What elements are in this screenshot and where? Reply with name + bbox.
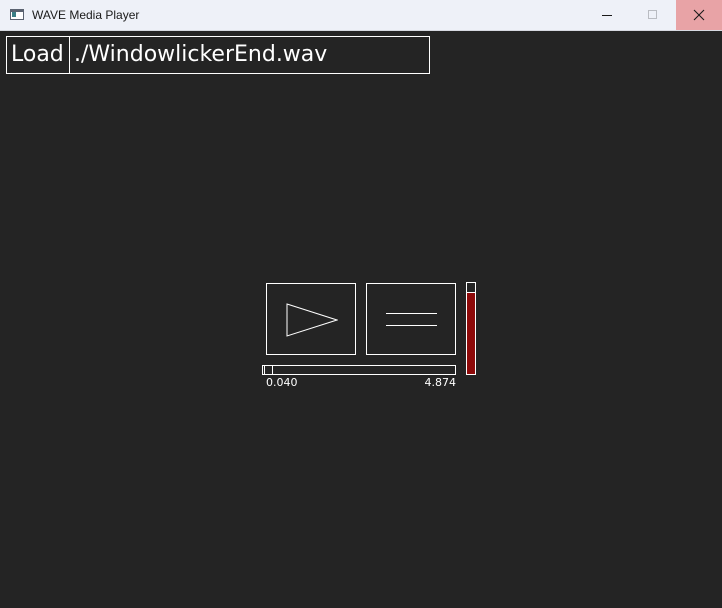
load-button[interactable]: Load — [6, 36, 70, 74]
menu-button[interactable] — [366, 283, 456, 355]
seek-bar[interactable] — [262, 365, 456, 375]
close-icon — [693, 9, 705, 21]
media-player-window: WAVE Media Player Load ./WindowlickerEnd… — [0, 0, 722, 608]
close-button[interactable] — [676, 0, 722, 30]
window-title: WAVE Media Player — [32, 8, 140, 22]
total-time: 4.874 — [424, 376, 457, 389]
volume-slider[interactable] — [466, 282, 476, 375]
file-path-field[interactable]: ./WindowlickerEnd.wav — [69, 36, 430, 74]
maximize-icon — [648, 10, 657, 19]
maximize-button[interactable] — [630, 0, 676, 30]
title-bar[interactable]: WAVE Media Player — [0, 0, 722, 31]
minimize-icon — [602, 15, 612, 16]
menu-icon — [386, 313, 437, 326]
play-icon — [286, 303, 338, 337]
minimize-button[interactable] — [584, 0, 630, 30]
volume-level-fill — [467, 292, 475, 374]
current-time: 0.040 — [266, 376, 298, 389]
play-button[interactable] — [266, 283, 356, 355]
app-window-icon — [10, 9, 24, 20]
seek-thumb[interactable] — [264, 365, 273, 375]
